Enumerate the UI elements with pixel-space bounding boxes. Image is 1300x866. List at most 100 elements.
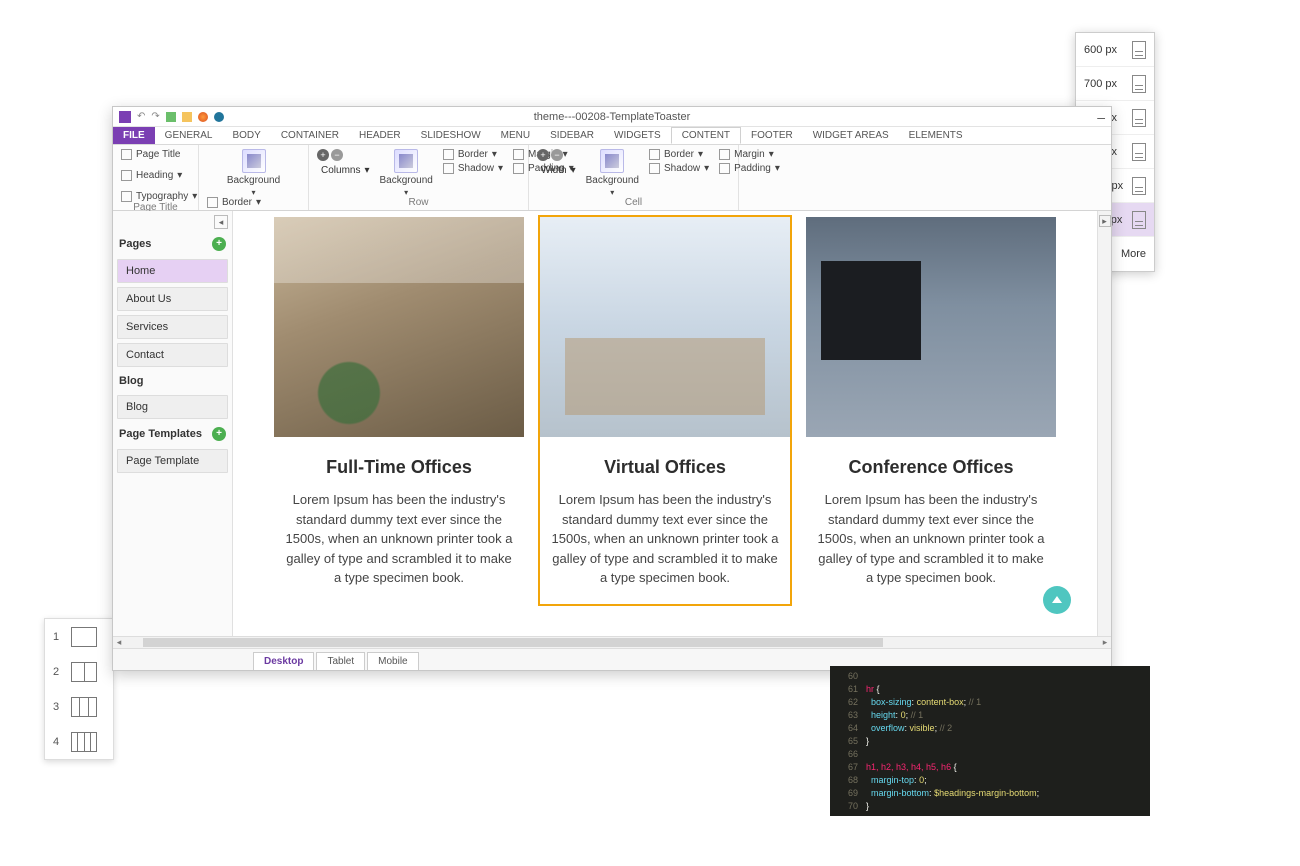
opt-typography[interactable]: Typography ▾ (121, 191, 197, 202)
page-width-icon (1132, 177, 1146, 195)
page-item-services[interactable]: Services (117, 315, 228, 339)
cell-width[interactable]: Width ▾ (537, 165, 576, 176)
tab-header[interactable]: HEADER (349, 127, 411, 144)
add-cell-icon[interactable]: + (537, 149, 549, 161)
opt-heading[interactable]: Heading ▾ (121, 170, 182, 181)
card-title: Virtual Offices (540, 457, 790, 478)
cell-margin[interactable]: Margin ▾ (719, 149, 780, 160)
tab-file[interactable]: FILE (113, 127, 155, 144)
card-fulltime[interactable]: Full-Time Offices Lorem Ipsum has been t… (274, 217, 524, 604)
collapse-panel-icon[interactable]: ◂ (214, 215, 228, 229)
page-item-about[interactable]: About Us (117, 287, 228, 311)
width-700[interactable]: 700 px (1076, 67, 1154, 101)
tab-slideshow[interactable]: SLIDESHOW (411, 127, 491, 144)
pages-panel: ◂ Pages+ Home About Us Services Contact … (113, 211, 233, 636)
card-image (274, 217, 524, 437)
scroll-thumb[interactable] (143, 638, 883, 647)
page-templates-header: Page Templates+ (117, 423, 228, 445)
page-item-blog[interactable]: Blog (117, 395, 228, 419)
width-600[interactable]: 600 px (1076, 33, 1154, 67)
page-width-icon (1132, 109, 1146, 127)
window-title: theme---00208-TemplateToaster (534, 111, 691, 123)
heading-icon (121, 170, 132, 181)
page-width-icon (1132, 143, 1146, 161)
wordpress-icon[interactable] (214, 112, 224, 122)
cell-padding[interactable]: Padding ▾ (719, 163, 780, 174)
page-item-contact[interactable]: Contact (117, 343, 228, 367)
page-item-home[interactable]: Home (117, 259, 228, 283)
cell-plus-minus: +− (537, 149, 563, 161)
row-plus-minus: +− (317, 149, 343, 161)
add-page-button[interactable]: + (212, 237, 226, 251)
tab-footer[interactable]: FOOTER (741, 127, 803, 144)
row-columns[interactable]: Columns ▾ (317, 165, 370, 176)
page-width-icon (1132, 211, 1146, 229)
card-image (540, 217, 790, 437)
card-desc: Lorem Ipsum has been the industry's stan… (806, 490, 1056, 604)
margin-icon (513, 149, 524, 160)
minimize-ribbon-icon[interactable]: – (1097, 112, 1105, 122)
firefox-icon[interactable] (198, 112, 208, 122)
tab-body[interactable]: BODY (222, 127, 270, 144)
margin-icon (719, 149, 730, 160)
add-row-icon[interactable]: + (317, 149, 329, 161)
group-page-title: Page Title Heading ▾ Typography ▾ Page T… (113, 145, 199, 210)
group-cell: +− Width ▾ Background▾ Border ▾ Shadow ▾… (529, 145, 739, 210)
card-title: Conference Offices (806, 457, 1056, 478)
main-border[interactable]: Border ▾ (207, 197, 300, 208)
cell-border[interactable]: Border ▾ (649, 149, 709, 160)
tab-widget-areas[interactable]: WIDGET AREAS (803, 127, 899, 144)
device-desktop[interactable]: Desktop (253, 652, 314, 670)
background-icon (394, 149, 418, 173)
code-editor[interactable]: 60 61hr {62 box-sizing: content-box; // … (830, 666, 1150, 816)
main-background-button[interactable]: Background▾ (207, 149, 300, 197)
page-item-template[interactable]: Page Template (117, 449, 228, 473)
scroll-right-icon[interactable]: ▸ (1099, 637, 1111, 648)
redo-icon[interactable]: ↷ (151, 111, 159, 122)
device-tablet[interactable]: Tablet (316, 652, 365, 670)
right-panel-strip: ▸ (1097, 211, 1111, 636)
page-width-icon (1132, 75, 1146, 93)
undo-icon[interactable]: ↶ (137, 111, 145, 122)
preview-icon[interactable] (182, 112, 192, 122)
cell-shadow[interactable]: Shadow ▾ (649, 163, 709, 174)
add-template-button[interactable]: + (212, 427, 226, 441)
tab-widgets[interactable]: WIDGETS (604, 127, 671, 144)
column-layout-4[interactable]: 4 (45, 724, 113, 759)
shadow-icon (649, 163, 660, 174)
design-canvas[interactable]: Full-Time Offices Lorem Ipsum has been t… (233, 211, 1097, 636)
tab-general[interactable]: GENERAL (155, 127, 223, 144)
tab-elements[interactable]: ELEMENTS (899, 127, 973, 144)
horizontal-scrollbar[interactable]: ◂ ▸ (113, 636, 1111, 648)
scroll-left-icon[interactable]: ◂ (113, 637, 125, 648)
tab-sidebar[interactable]: SIDEBAR (540, 127, 604, 144)
tab-content[interactable]: CONTENT (671, 127, 741, 144)
cell-background-button[interactable]: Background▾ (586, 149, 639, 197)
save-icon[interactable] (166, 112, 176, 122)
device-mobile[interactable]: Mobile (367, 652, 418, 670)
expand-panel-icon[interactable]: ▸ (1099, 215, 1111, 227)
blog-header: Blog (117, 371, 228, 391)
typography-icon (121, 191, 132, 202)
page-width-icon (1132, 41, 1146, 59)
column-layout-2[interactable]: 2 (45, 654, 113, 689)
card-conference[interactable]: Conference Offices Lorem Ipsum has been … (806, 217, 1056, 604)
row-shadow[interactable]: Shadow ▾ (443, 163, 503, 174)
column-layout-3[interactable]: 3 (45, 689, 113, 724)
group-label: Row (317, 197, 520, 208)
row-background-button[interactable]: Background▾ (380, 149, 433, 197)
tab-container[interactable]: CONTAINER (271, 127, 349, 144)
background-icon (242, 149, 266, 173)
remove-cell-icon[interactable]: − (551, 149, 563, 161)
column-layout-menu: 1 2 3 4 (44, 618, 114, 760)
tab-menu[interactable]: MENU (491, 127, 540, 144)
row-border[interactable]: Border ▾ (443, 149, 503, 160)
card-virtual[interactable]: Virtual Offices Lorem Ipsum has been the… (540, 217, 790, 604)
remove-row-icon[interactable]: − (331, 149, 343, 161)
scroll-to-top-button[interactable] (1043, 586, 1071, 614)
padding-icon (719, 163, 730, 174)
column-layout-1[interactable]: 1 (45, 619, 113, 654)
border-icon (649, 149, 660, 160)
opt-page-title[interactable]: Page Title (121, 149, 180, 160)
border-icon (443, 149, 454, 160)
